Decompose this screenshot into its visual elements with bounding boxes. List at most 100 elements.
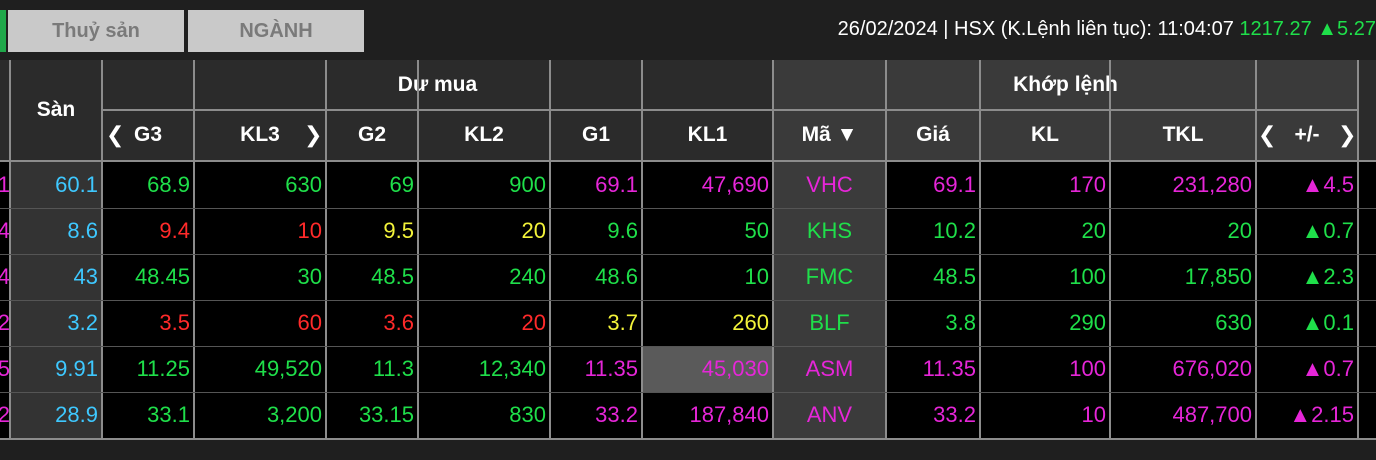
ticker-cell[interactable]: ASM	[773, 346, 886, 392]
kl3-cell: 60	[194, 300, 326, 346]
col-header-kl1[interactable]: KL1	[642, 110, 773, 160]
grid-line	[1357, 60, 1359, 438]
kl3-cell: 30	[194, 254, 326, 300]
g1-cell: 48.6	[550, 254, 642, 300]
g1-cell: 33.2	[550, 392, 642, 438]
gia-cell: 69.1	[886, 162, 980, 208]
ticker-cell[interactable]: KHS	[773, 208, 886, 254]
col-header-tkl[interactable]: TKL	[1110, 110, 1256, 160]
change-cell: ▲0.1	[1256, 300, 1358, 346]
grid-line	[102, 109, 1358, 111]
change-cell: ▲0.7	[1256, 346, 1358, 392]
change-cell: ▲2.15	[1256, 392, 1358, 438]
ticker-cell[interactable]: VHC	[773, 162, 886, 208]
kl2-cell: 900	[418, 162, 550, 208]
tkl-cell: 17,850	[1110, 254, 1256, 300]
kl1-cell: 45,030	[642, 346, 773, 392]
kl-cell: 290	[980, 300, 1110, 346]
nav-left-icon[interactable]: ❮	[106, 122, 124, 148]
left-accent	[0, 10, 6, 52]
grid-line	[549, 60, 551, 438]
g2-cell: 11.3	[326, 346, 418, 392]
tail-cell	[1358, 346, 1376, 392]
tab-nganh[interactable]: NGÀNH	[188, 10, 364, 52]
g1-cell: 9.6	[550, 208, 642, 254]
nav-right-icon[interactable]: ❯	[304, 122, 322, 148]
du-mua-header: Dư mua	[102, 60, 773, 110]
g2-cell: 33.15	[326, 392, 418, 438]
ticker-cell[interactable]: FMC	[773, 254, 886, 300]
grid-line	[1109, 60, 1111, 438]
san-header[interactable]: Sàn	[10, 60, 102, 160]
market-status: 26/02/2024 | HSX (K.Lệnh liên tục): 11:0…	[838, 18, 1376, 41]
grid-line	[772, 60, 774, 438]
grid-line	[0, 438, 1376, 440]
g2-cell: 9.5	[326, 208, 418, 254]
change-cell: ▲2.3	[1256, 254, 1358, 300]
kl2-cell: 12,340	[418, 346, 550, 392]
g3-cell: 11.25	[102, 346, 194, 392]
gia-cell: 48.5	[886, 254, 980, 300]
kl-cell: 100	[980, 254, 1110, 300]
gia-cell: 10.2	[886, 208, 980, 254]
tkl-cell: 487,700	[1110, 392, 1256, 438]
tail-header	[1358, 60, 1376, 160]
tail-cell	[1358, 208, 1376, 254]
grid-line	[101, 60, 103, 438]
g1-cell: 3.7	[550, 300, 642, 346]
kl2-cell: 20	[418, 300, 550, 346]
kl3-cell: 49,520	[194, 346, 326, 392]
ticker-cell[interactable]: ANV	[773, 392, 886, 438]
san-cell: 60.1	[10, 162, 102, 208]
grid-line	[0, 208, 1376, 209]
grid-line	[979, 60, 981, 438]
change-cell: ▲4.5	[1256, 162, 1358, 208]
tail-cell	[1358, 392, 1376, 438]
grid-line	[417, 60, 419, 438]
kl1-cell: 47,690	[642, 162, 773, 208]
g1-cell: 11.35	[550, 346, 642, 392]
kl-cell: 170	[980, 162, 1110, 208]
top-bar: Thuỷ sản NGÀNH 26/02/2024 | HSX (K.Lệnh …	[0, 0, 1376, 60]
g1-cell: 69.1	[550, 162, 642, 208]
san-cell: 8.6	[10, 208, 102, 254]
tkl-cell: 20	[1110, 208, 1256, 254]
gia-cell: 33.2	[886, 392, 980, 438]
grid-line	[0, 300, 1376, 301]
g3-cell: 48.45	[102, 254, 194, 300]
san-cell: 43	[10, 254, 102, 300]
price-board: Sàn Dư mua Khớp lệnh G3 KL3 G2 KL2 G1 KL1 Mã ▼ Giá…	[0, 60, 1376, 460]
grid-line	[0, 254, 1376, 255]
g3-cell: 68.9	[102, 162, 194, 208]
nav-right-icon[interactable]: ❯	[1338, 122, 1356, 148]
index-value: 1217.27	[1239, 18, 1312, 40]
col-header-ma[interactable]: Mã ▼	[773, 110, 886, 160]
kl1-cell: 10	[642, 254, 773, 300]
g2-cell: 3.6	[326, 300, 418, 346]
tail-cell	[1358, 162, 1376, 208]
tab-thuy-san[interactable]: Thuỷ sản	[8, 10, 184, 52]
grid-line	[193, 60, 195, 438]
tail-cell	[1358, 300, 1376, 346]
g3-cell: 33.1	[102, 392, 194, 438]
grid-line	[0, 346, 1376, 347]
col-header-g2[interactable]: G2	[326, 110, 418, 160]
ticker-cell[interactable]: BLF	[773, 300, 886, 346]
nav-left-icon[interactable]: ❮	[1258, 122, 1276, 148]
col-header-kl2[interactable]: KL2	[418, 110, 550, 160]
grid-line	[9, 60, 11, 438]
kl3-cell: 3,200	[194, 392, 326, 438]
tkl-cell: 630	[1110, 300, 1256, 346]
kl1-cell: 260	[642, 300, 773, 346]
grid-line	[1255, 60, 1257, 438]
kl1-cell: 187,840	[642, 392, 773, 438]
col-header-gia[interactable]: Giá	[886, 110, 980, 160]
col-header-g1[interactable]: G1	[550, 110, 642, 160]
col-header-kl[interactable]: KL	[980, 110, 1110, 160]
grid-line	[325, 60, 327, 438]
san-cell: 28.9	[10, 392, 102, 438]
kl-cell: 100	[980, 346, 1110, 392]
grid-line	[0, 160, 1376, 162]
g3-cell: 3.5	[102, 300, 194, 346]
change-cell: ▲0.7	[1256, 208, 1358, 254]
